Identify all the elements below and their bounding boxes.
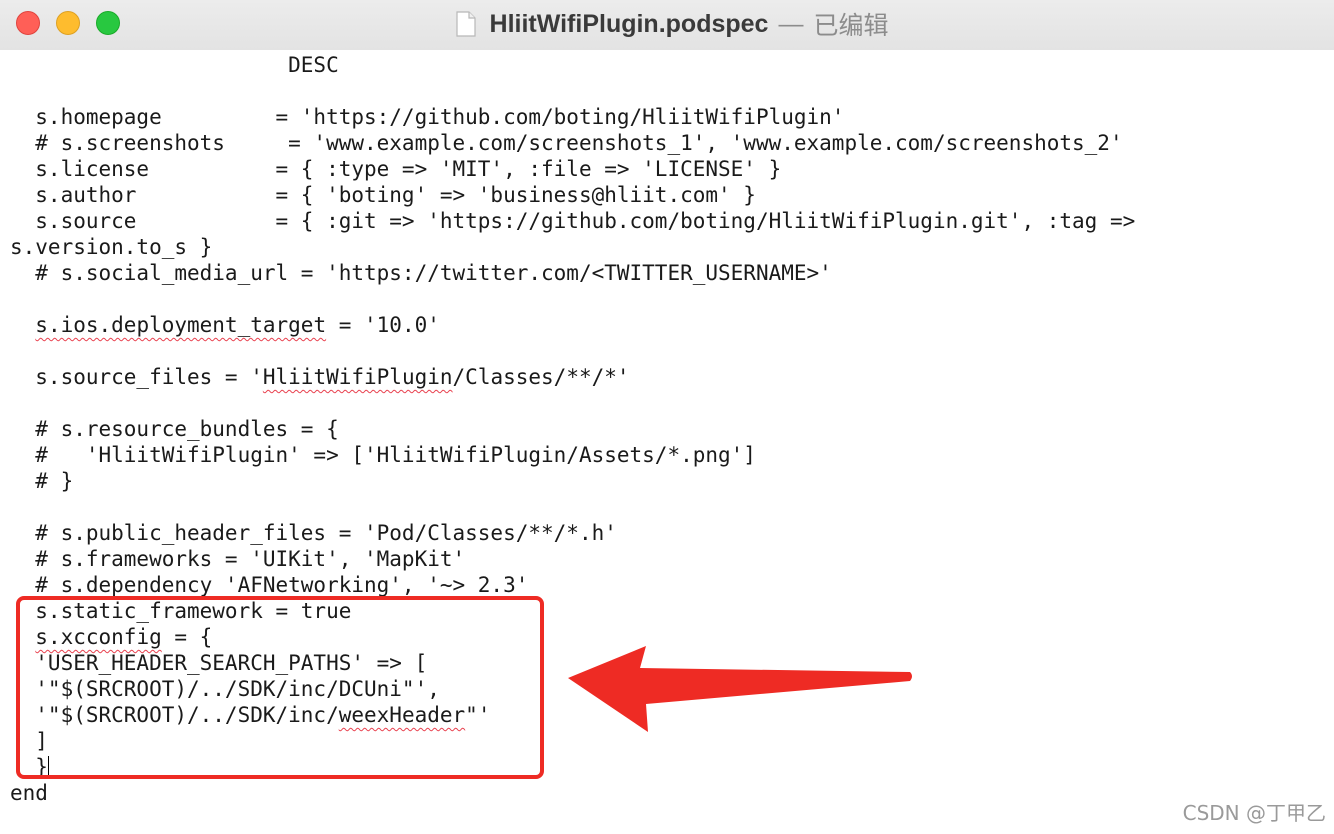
code-text-segment: DESC bbox=[10, 53, 339, 77]
code-line[interactable]: # 'HliitWifiPlugin' => ['HliitWifiPlugin… bbox=[10, 442, 1135, 468]
code-line[interactable] bbox=[10, 390, 1135, 416]
code-text-segment: end bbox=[10, 781, 48, 805]
code-line[interactable] bbox=[10, 78, 1135, 104]
code-line[interactable]: DESC bbox=[10, 52, 1135, 78]
code-text-segment: # s.public_header_files = 'Pod/Classes/*… bbox=[10, 521, 617, 545]
edited-status: 已编辑 bbox=[813, 12, 889, 40]
code-line[interactable] bbox=[10, 494, 1135, 520]
arrow-left-icon bbox=[568, 646, 912, 732]
code-line[interactable]: # s.public_header_files = 'Pod/Classes/*… bbox=[10, 520, 1135, 546]
code-line[interactable]: s.source_files = 'HliitWifiPlugin/Classe… bbox=[10, 364, 1135, 390]
code-line[interactable]: # s.resource_bundles = { bbox=[10, 416, 1135, 442]
code-line[interactable]: # s.dependency 'AFNetworking', '~> 2.3' bbox=[10, 572, 1135, 598]
code-text-segment: # s.social_media_url = 'https://twitter.… bbox=[10, 261, 832, 285]
code-text-segment: # } bbox=[10, 469, 74, 493]
code-text-segment: s.homepage = 'https://github.com/boting/… bbox=[10, 105, 845, 129]
code-text-segment: /Classes/**/*' bbox=[452, 365, 630, 389]
code-line[interactable]: end bbox=[10, 780, 1135, 806]
code-text-segment: s.version.to_s } bbox=[10, 235, 213, 259]
code-line[interactable] bbox=[10, 286, 1135, 312]
code-text-segment: # s.frameworks = 'UIKit', 'MapKit' bbox=[10, 547, 466, 571]
code-text-segment bbox=[10, 313, 35, 337]
code-text-segment: s.author = { 'boting' => 'business@hliit… bbox=[10, 183, 756, 207]
code-line[interactable]: s.version.to_s } bbox=[10, 234, 1135, 260]
code-text-segment: # s.resource_bundles = { bbox=[10, 417, 339, 441]
code-text-segment: # s.dependency 'AFNetworking', '~> 2.3' bbox=[10, 573, 529, 597]
code-text-segment: s.source = { :git => 'https://github.com… bbox=[10, 209, 1136, 233]
watermark: CSDN @丁甲乙 bbox=[1182, 801, 1326, 825]
code-line[interactable]: s.homepage = 'https://github.com/boting/… bbox=[10, 104, 1135, 130]
window-title: HliitWifiPlugin.podspec — 已编辑 bbox=[0, 0, 1334, 48]
code-text-segment: s.source_files = ' bbox=[10, 365, 263, 389]
code-text-segment: # s.screenshots = 'www.example.com/scree… bbox=[10, 131, 1123, 155]
title-bar[interactable]: HliitWifiPlugin.podspec — 已编辑 bbox=[0, 0, 1334, 51]
window-filename: HliitWifiPlugin.podspec bbox=[489, 9, 769, 38]
misspelled-word[interactable]: s.ios.deployment_target bbox=[35, 313, 326, 337]
misspelled-word[interactable]: HliitWifiPlugin bbox=[263, 365, 453, 389]
code-line[interactable]: # } bbox=[10, 468, 1135, 494]
code-line[interactable]: s.ios.deployment_target = '10.0' bbox=[10, 312, 1135, 338]
doc-icon bbox=[455, 11, 476, 37]
code-line[interactable]: s.author = { 'boting' => 'business@hliit… bbox=[10, 182, 1135, 208]
code-line[interactable]: # s.frameworks = 'UIKit', 'MapKit' bbox=[10, 546, 1135, 572]
code-line[interactable]: s.license = { :type => 'MIT', :file => '… bbox=[10, 156, 1135, 182]
code-line[interactable] bbox=[10, 338, 1135, 364]
code-line[interactable]: s.source = { :git => 'https://github.com… bbox=[10, 208, 1135, 234]
code-line[interactable]: # s.social_media_url = 'https://twitter.… bbox=[10, 260, 1135, 286]
title-separator: — bbox=[778, 9, 804, 38]
annotation-highlight-box bbox=[16, 596, 544, 779]
code-text-segment: s.license = { :type => 'MIT', :file => '… bbox=[10, 157, 782, 181]
text-editor-window: HliitWifiPlugin.podspec — 已编辑 DESC s.hom… bbox=[0, 0, 1334, 834]
code-text-segment: # 'HliitWifiPlugin' => ['HliitWifiPlugin… bbox=[10, 443, 756, 467]
code-text-segment: = '10.0' bbox=[326, 313, 440, 337]
code-line[interactable]: # s.screenshots = 'www.example.com/scree… bbox=[10, 130, 1135, 156]
